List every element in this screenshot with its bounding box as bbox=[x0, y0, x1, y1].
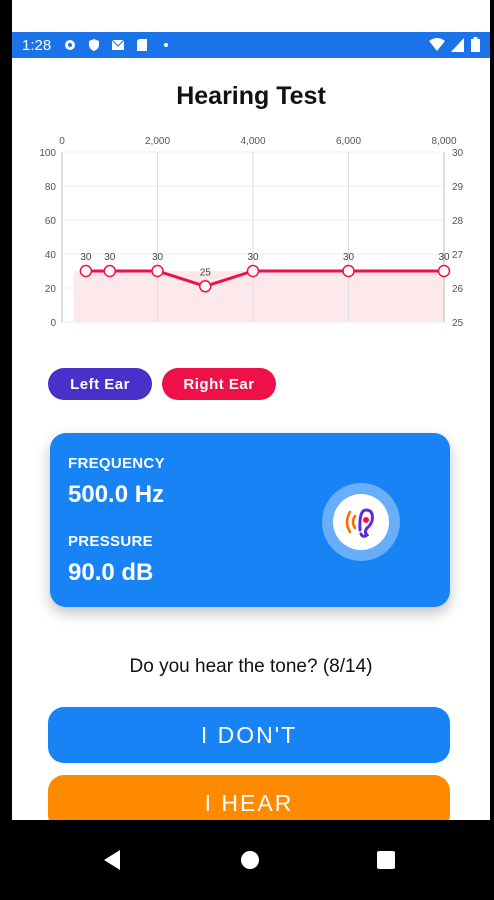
hearing-chart: 0 20 40 60 80 100 25 26 27 28 29 30 0 2,000 4,000 6,000… bbox=[39, 136, 464, 329]
data-point bbox=[199, 280, 212, 293]
tone-info-card: FREQUENCY 500.0 Hz PRESSURE 90.0 dB bbox=[50, 433, 450, 607]
data-point bbox=[437, 264, 451, 278]
y-left-tick-label: 20 bbox=[45, 284, 57, 295]
y-right-tick-label: 27 bbox=[452, 250, 464, 261]
y-left-tick-label: 100 bbox=[39, 148, 56, 159]
data-point bbox=[103, 264, 116, 278]
x-tick-label: 6,000 bbox=[336, 136, 361, 147]
nav-bar bbox=[0, 820, 494, 900]
back-icon[interactable] bbox=[92, 840, 132, 880]
frequency-value: 500.0 Hz bbox=[68, 481, 165, 508]
ear-selector: Left Ear Right Ear bbox=[48, 368, 276, 400]
y-right-tick-label: 30 bbox=[452, 148, 464, 159]
ear-badge bbox=[322, 483, 400, 561]
pressure-label: PRESSURE bbox=[68, 533, 153, 550]
frequency-label: FREQUENCY bbox=[68, 455, 165, 472]
data-label: 30 bbox=[343, 252, 355, 263]
data-label: 25 bbox=[200, 267, 212, 278]
x-tick-label: 8,000 bbox=[431, 136, 456, 147]
data-label: 30 bbox=[438, 252, 450, 263]
battery-icon bbox=[471, 37, 480, 52]
data-label: 30 bbox=[80, 252, 92, 263]
page-title: Hearing Test bbox=[176, 82, 326, 110]
y-left-tick-label: 60 bbox=[45, 216, 57, 227]
ear-icon bbox=[345, 508, 374, 538]
y-left-tick-label: 80 bbox=[45, 182, 57, 193]
data-point bbox=[79, 264, 93, 278]
left-ear-chip[interactable]: Left Ear bbox=[48, 368, 152, 400]
dot-icon bbox=[164, 43, 169, 47]
y-right-tick-label: 29 bbox=[452, 182, 464, 193]
mail-icon bbox=[111, 39, 125, 50]
x-tick-label: 0 bbox=[59, 136, 65, 147]
x-tick-label: 4,000 bbox=[240, 136, 265, 147]
data-label: 30 bbox=[247, 252, 259, 263]
signal-icon bbox=[451, 37, 464, 52]
y-right-tick-label: 28 bbox=[452, 216, 464, 227]
y-left-tick-label: 0 bbox=[50, 318, 56, 329]
data-label: 30 bbox=[104, 252, 116, 263]
y-left-tick-label: 40 bbox=[45, 250, 57, 261]
y-right-tick-label: 26 bbox=[452, 284, 464, 295]
home-icon[interactable] bbox=[230, 840, 270, 880]
dont-hear-button[interactable]: I DON'T bbox=[48, 707, 450, 763]
data-label: 30 bbox=[152, 252, 164, 263]
status-time: 1:28 bbox=[22, 36, 52, 54]
shield-icon bbox=[89, 39, 100, 51]
sdcard-icon bbox=[137, 39, 148, 51]
data-point bbox=[151, 264, 164, 278]
x-tick-label: 2,000 bbox=[145, 136, 170, 147]
app-screen: 1:28 Hearing Test 0 20 40 60 80 100 25 2… bbox=[12, 0, 490, 900]
data-point bbox=[246, 264, 260, 278]
right-ear-chip[interactable]: Right Ear bbox=[162, 368, 276, 400]
chart-area-fill bbox=[73, 271, 444, 322]
tone-question: Do you hear the tone? (8/14) bbox=[129, 656, 373, 677]
data-point bbox=[342, 264, 355, 278]
y-right-tick-label: 25 bbox=[452, 318, 464, 329]
recents-icon[interactable] bbox=[366, 840, 406, 880]
pressure-value: 90.0 dB bbox=[68, 559, 154, 586]
gear-icon bbox=[65, 40, 76, 50]
wifi-icon bbox=[429, 37, 445, 51]
status-bar: 1:28 bbox=[12, 32, 490, 58]
